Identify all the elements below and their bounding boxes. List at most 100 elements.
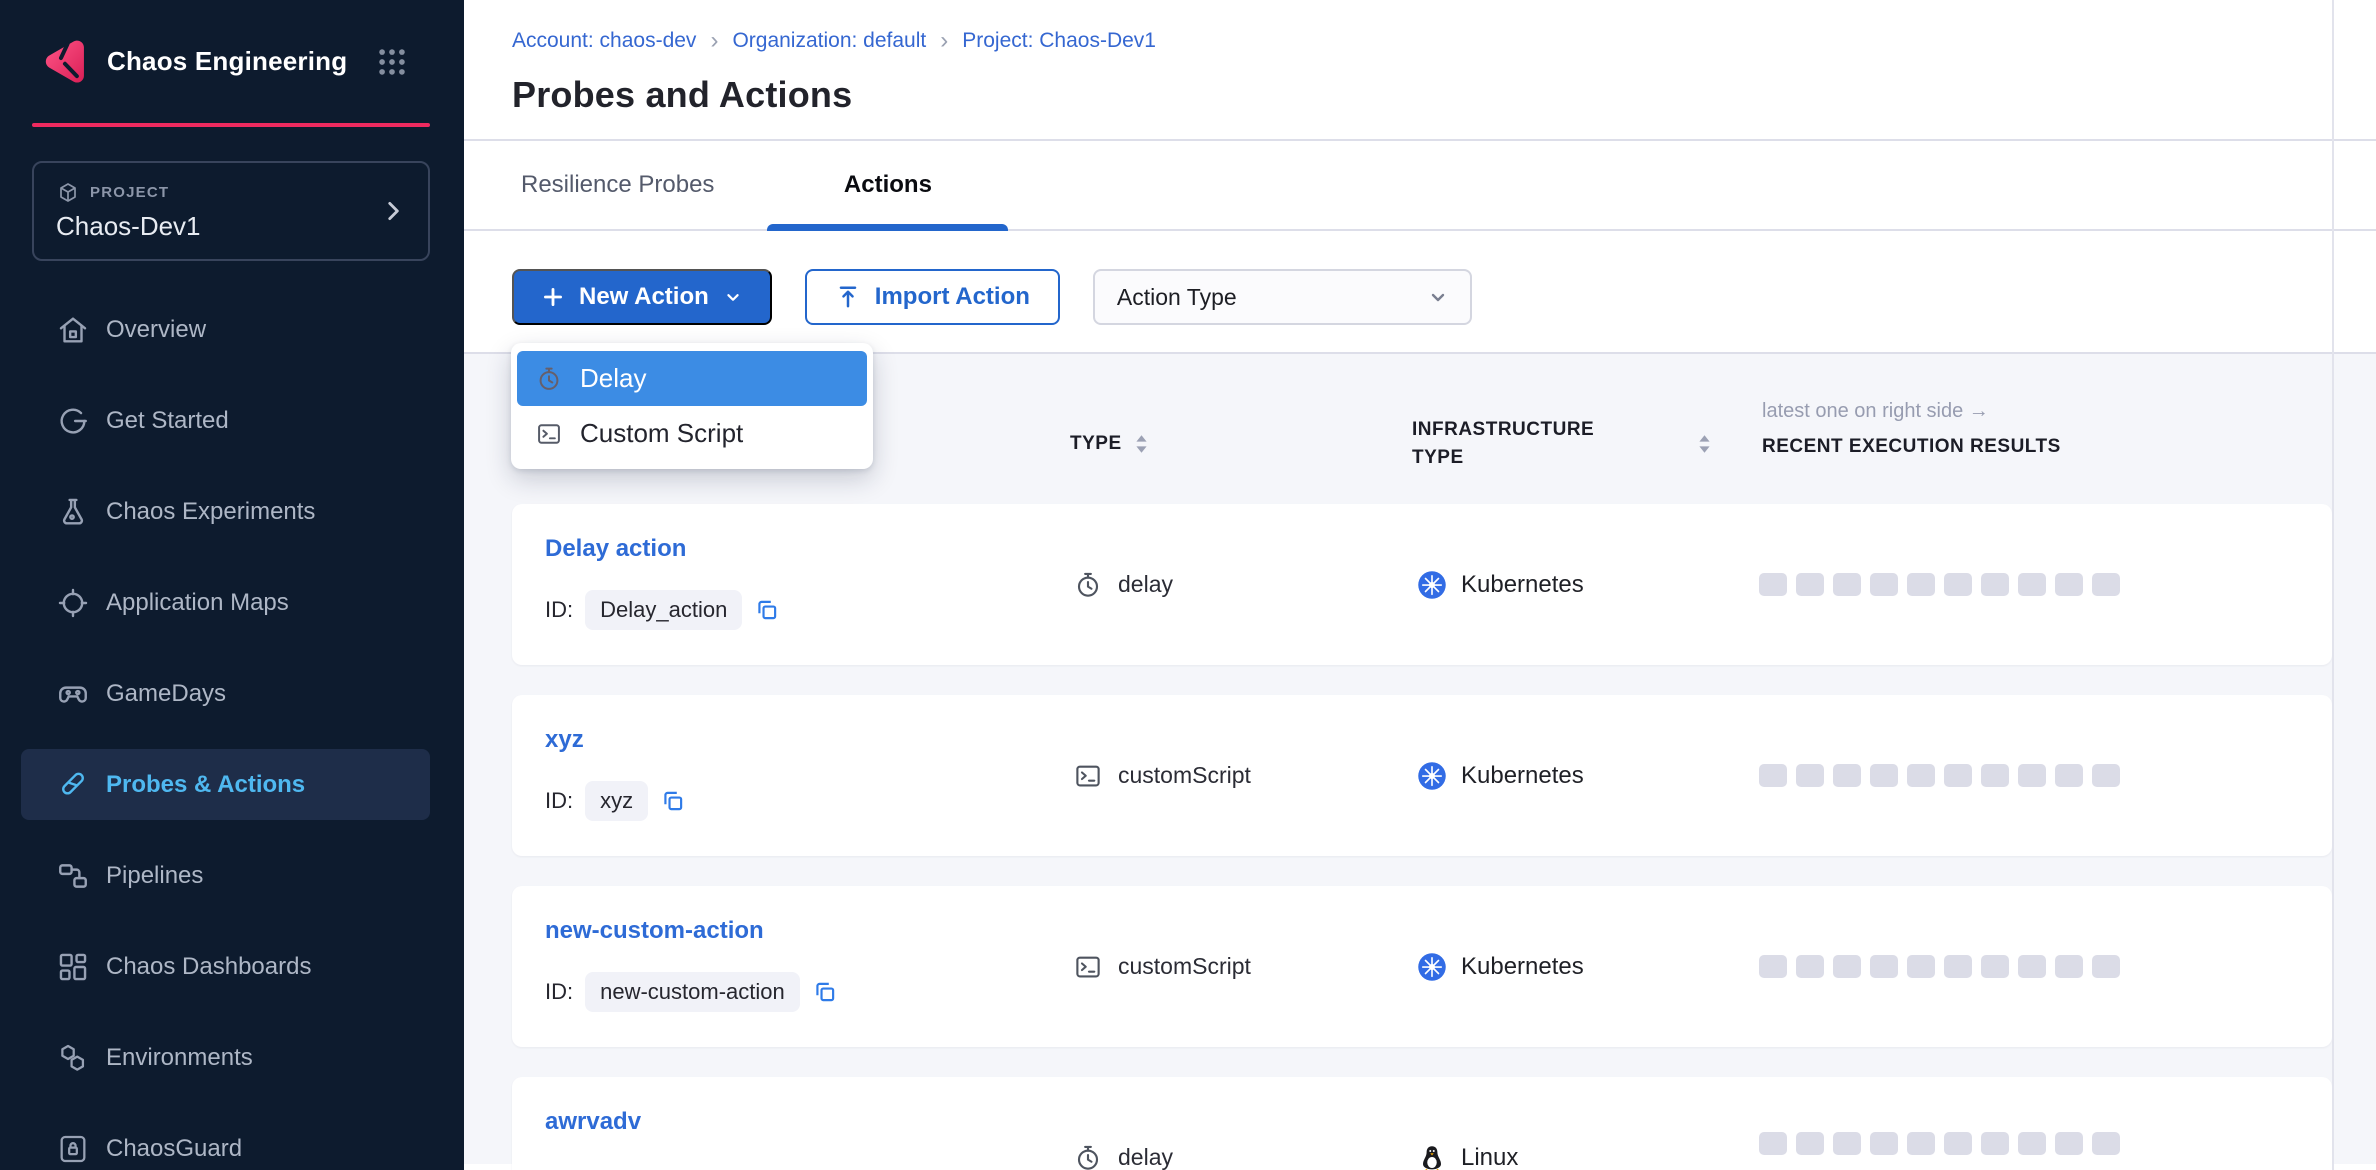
column-header-infrastructure-type[interactable]: INFRASTRUCTURE TYPE — [1412, 416, 1712, 472]
action-name-link[interactable]: awrvadv — [545, 1108, 641, 1136]
copy-icon[interactable] — [660, 788, 686, 814]
tab-actions-wrap[interactable]: Actions — [767, 141, 1008, 229]
sidebar-item-label: Probes & Actions — [106, 771, 305, 799]
column-header-label: TYPE — [1070, 430, 1122, 458]
terminal-icon — [535, 420, 563, 448]
stopwatch-icon — [535, 365, 563, 393]
linux-penguin-icon — [1417, 1143, 1447, 1170]
target-icon — [56, 586, 90, 620]
menu-item-custom-script[interactable]: Custom Script — [517, 406, 867, 461]
new-action-button[interactable]: New Action — [512, 269, 772, 325]
infrastructure-cell: Linux — [1417, 1077, 1518, 1170]
execution-result-placeholder — [1907, 764, 1935, 787]
table-row: new-custom-action ID: new-custom-action … — [512, 886, 2332, 1047]
execution-result-placeholder — [1759, 764, 1787, 787]
import-action-button[interactable]: Import Action — [805, 269, 1060, 325]
sidebar-item-label: Get Started — [106, 407, 229, 435]
dashboard-grid-icon — [56, 950, 90, 984]
breadcrumb-separator: › — [710, 31, 718, 51]
brand-accent-divider — [32, 123, 430, 127]
hexagons-icon — [56, 1041, 90, 1075]
execution-result-placeholder — [1796, 1132, 1824, 1155]
execution-result-placeholder — [1796, 573, 1824, 596]
project-meta: PROJECT Chaos-Dev1 — [56, 181, 201, 242]
menu-item-delay[interactable]: Delay — [517, 351, 867, 406]
home-icon — [56, 313, 90, 347]
action-id-row: ID: xyz — [545, 781, 686, 821]
sidebar-item-chaos-experiments[interactable]: Chaos Experiments — [21, 476, 430, 547]
breadcrumb: Account: chaos-dev › Organization: defau… — [512, 28, 2376, 54]
tab-actions[interactable]: Actions — [844, 171, 932, 199]
new-action-dropdown-menu: Delay Custom Script — [511, 343, 873, 469]
infrastructure-cell: Kubernetes — [1417, 504, 1584, 665]
action-id-pill: xyz — [585, 781, 648, 821]
execution-result-placeholder — [1833, 955, 1861, 978]
action-type-select[interactable]: Action Type — [1093, 269, 1472, 325]
action-name-link[interactable]: xyz — [545, 726, 584, 754]
actions-toolbar: New Action Import Action Action Type — [464, 231, 2376, 352]
stopwatch-icon — [1073, 1143, 1103, 1170]
tab-resilience-probes[interactable]: Resilience Probes — [521, 171, 714, 199]
execution-result-placeholder — [1870, 955, 1898, 978]
page-header: Account: chaos-dev › Organization: defau… — [464, 0, 2376, 141]
project-selector[interactable]: PROJECT Chaos-Dev1 — [32, 161, 430, 261]
sidebar-item-label: GameDays — [106, 680, 226, 708]
type-cell: customScript — [1073, 886, 1251, 1047]
type-value: delay — [1118, 571, 1173, 598]
infrastructure-value: Linux — [1461, 1144, 1518, 1170]
copy-icon[interactable] — [754, 597, 780, 623]
execution-result-placeholder — [2092, 764, 2120, 787]
column-header-type[interactable]: TYPE — [1070, 430, 1149, 458]
id-label: ID: — [545, 597, 573, 623]
kubernetes-icon — [1417, 952, 1447, 982]
app-title: Chaos Engineering — [107, 46, 347, 77]
table-row: awrvadv delay Linux — [512, 1077, 2332, 1170]
execution-result-placeholder — [2018, 955, 2046, 978]
execution-result-placeholder — [1981, 764, 2009, 787]
execution-result-placeholder — [2018, 573, 2046, 596]
action-name-link[interactable]: new-custom-action — [545, 917, 764, 945]
execution-result-placeholder — [2055, 955, 2083, 978]
copy-icon[interactable] — [812, 979, 838, 1005]
tabs-bar: Resilience Probes Actions — [464, 141, 2376, 231]
page-title: Probes and Actions — [512, 74, 2376, 116]
sidebar-item-overview[interactable]: Overview — [21, 294, 430, 365]
flask-icon — [56, 495, 90, 529]
sidebar-item-environments[interactable]: Environments — [21, 1022, 430, 1093]
sidebar: Chaos Engineering PROJECT Chaos-Dev1 Ove… — [0, 0, 464, 1170]
action-type-value: Action Type — [1117, 284, 1237, 311]
breadcrumb-organization-link[interactable]: Organization: default — [732, 29, 926, 53]
sidebar-item-get-started[interactable]: Get Started — [21, 385, 430, 456]
sidebar-nav: Overview Get Started Chaos Experiments A… — [0, 294, 464, 1170]
sidebar-item-chaosguard[interactable]: ChaosGuard — [21, 1113, 430, 1170]
execution-result-placeholder — [2055, 764, 2083, 787]
breadcrumb-account-link[interactable]: Account: chaos-dev — [512, 29, 696, 53]
sidebar-item-chaos-dashboards[interactable]: Chaos Dashboards — [21, 931, 430, 1002]
action-name-link[interactable]: Delay action — [545, 535, 686, 563]
execution-result-placeholder — [1981, 573, 2009, 596]
chevron-down-icon — [1426, 285, 1450, 309]
execution-result-placeholder — [1759, 573, 1787, 596]
sidebar-item-application-maps[interactable]: Application Maps — [21, 567, 430, 638]
breadcrumb-project-link[interactable]: Project: Chaos-Dev1 — [962, 29, 1156, 53]
gamepad-icon — [56, 677, 90, 711]
chaos-logo-icon[interactable] — [38, 34, 91, 90]
id-label: ID: — [545, 979, 573, 1005]
sidebar-item-pipelines[interactable]: Pipelines — [21, 840, 430, 911]
chevron-down-icon — [722, 286, 744, 308]
sidebar-item-label: Overview — [106, 316, 206, 344]
execution-result-placeholder — [1944, 955, 1972, 978]
pipelines-icon — [56, 859, 90, 893]
execution-result-placeholder — [1870, 764, 1898, 787]
execution-result-placeholder — [2092, 955, 2120, 978]
action-id-row: ID: Delay_action — [545, 590, 780, 630]
project-box-icon — [56, 181, 80, 205]
type-value: customScript — [1118, 953, 1251, 980]
column-header-label: INFRASTRUCTURE TYPE — [1412, 416, 1612, 472]
sidebar-item-probes-actions[interactable]: Probes & Actions — [21, 749, 430, 820]
execution-result-placeholder — [1944, 764, 1972, 787]
action-id-pill: Delay_action — [585, 590, 742, 630]
sidebar-item-gamedays[interactable]: GameDays — [21, 658, 430, 729]
app-switcher-grid-icon[interactable] — [375, 45, 409, 79]
test-tube-icon — [56, 768, 90, 802]
